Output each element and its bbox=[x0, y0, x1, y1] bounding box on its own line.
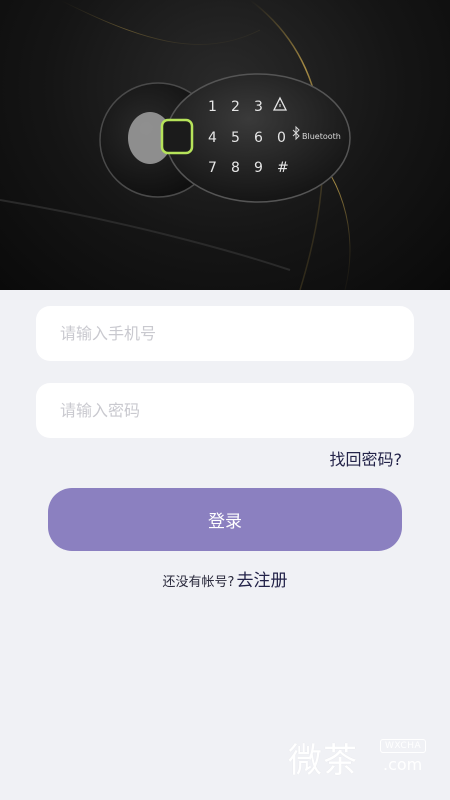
register-prompt: 还没有帐号? 去注册 bbox=[0, 566, 450, 591]
password-input[interactable] bbox=[58, 400, 392, 421]
key-4: 4 bbox=[208, 130, 217, 146]
key-2: 2 bbox=[231, 99, 240, 115]
key-9: 9 bbox=[254, 160, 263, 176]
key-6: 6 bbox=[254, 130, 263, 146]
key-3: 3 bbox=[254, 99, 263, 115]
login-page: 1 2 3 4 5 6 0 7 8 9 # Bluetooth 找 bbox=[0, 0, 450, 800]
phone-field[interactable] bbox=[36, 306, 414, 361]
password-field[interactable] bbox=[36, 383, 414, 438]
key-1: 1 bbox=[208, 99, 217, 115]
fingerprint-sensor-icon bbox=[160, 118, 194, 155]
watermark-main: 微茶 bbox=[288, 741, 358, 781]
key-7: 7 bbox=[208, 160, 217, 176]
watermark-logo: 微茶 WXCHA .com bbox=[288, 733, 438, 783]
login-button[interactable]: 登录 bbox=[48, 488, 402, 551]
no-account-text: 还没有帐号? bbox=[162, 575, 235, 590]
bluetooth-label: Bluetooth bbox=[302, 132, 341, 141]
watermark-badge: WXCHA bbox=[380, 739, 427, 753]
watermark-domain: .com bbox=[383, 755, 423, 774]
phone-input[interactable] bbox=[58, 323, 392, 344]
key-5: 5 bbox=[231, 130, 240, 146]
dark-swoosh bbox=[0, 199, 291, 271]
key-hash: # bbox=[277, 160, 289, 176]
smart-lock-image: 1 2 3 4 5 6 0 7 8 9 # Bluetooth bbox=[0, 0, 351, 290]
hero-banner: 1 2 3 4 5 6 0 7 8 9 # Bluetooth bbox=[0, 0, 450, 290]
key-0: 0 bbox=[277, 130, 286, 146]
key-8: 8 bbox=[231, 160, 240, 176]
forgot-password-link[interactable]: 找回密码? bbox=[330, 446, 403, 470]
register-link[interactable]: 去注册 bbox=[236, 571, 287, 591]
gold-line bbox=[59, 0, 261, 45]
